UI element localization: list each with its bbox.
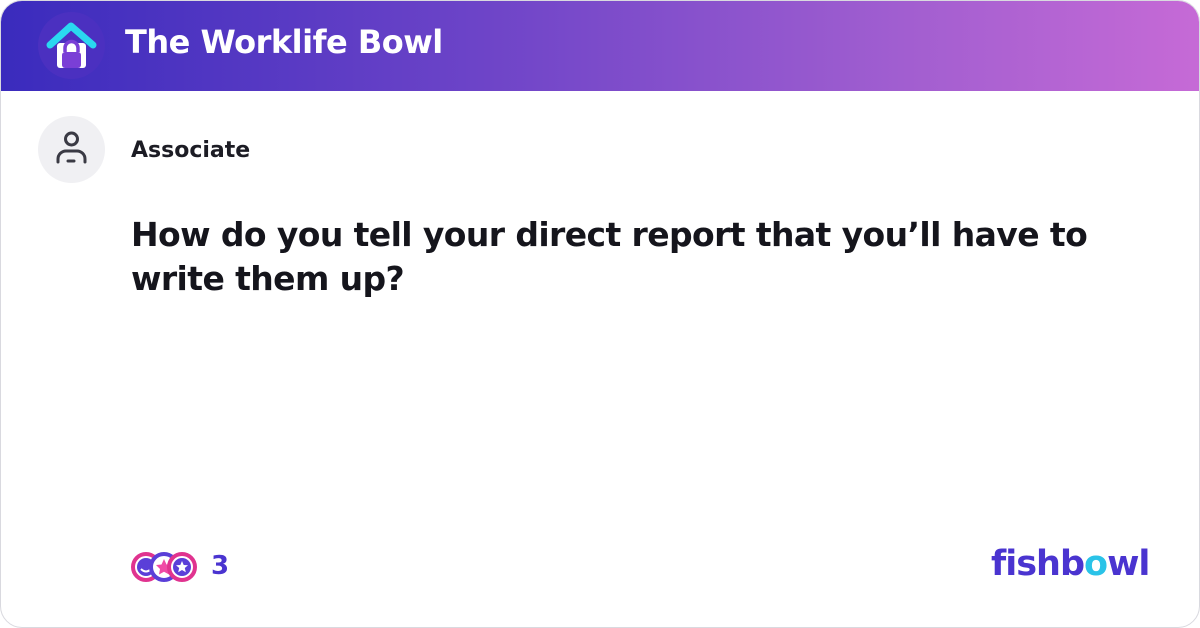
brand-text: fishb	[991, 544, 1085, 584]
star-reaction-icon	[167, 552, 197, 582]
person-icon	[38, 116, 105, 183]
house-lock-icon[interactable]	[38, 12, 105, 79]
reactions[interactable]: 3	[131, 549, 229, 583]
author-label: Associate	[131, 138, 251, 163]
brand-o: o	[1084, 544, 1108, 584]
post-card[interactable]: The Worklife Bowl Associate How do you t…	[0, 0, 1200, 628]
bowl-header[interactable]: The Worklife Bowl	[1, 1, 1199, 91]
brand-text-end: wl	[1107, 544, 1150, 584]
reaction-icons	[131, 550, 201, 582]
post-question[interactable]: How do you tell your direct report that …	[131, 213, 1141, 301]
fishbowl-logo[interactable]: fishbowl	[991, 544, 1150, 584]
bowl-name[interactable]: The Worklife Bowl	[125, 23, 443, 61]
reaction-count: 3	[211, 551, 230, 581]
